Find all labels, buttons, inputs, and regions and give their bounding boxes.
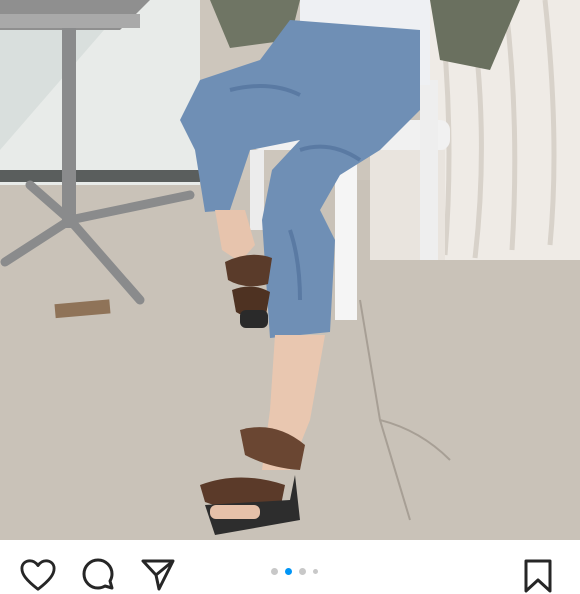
- like-button[interactable]: [20, 558, 56, 594]
- save-button[interactable]: [520, 558, 556, 594]
- carousel-dot: [299, 568, 306, 575]
- share-button[interactable]: [140, 558, 176, 594]
- carousel-dot: [313, 569, 318, 574]
- post-action-bar: [0, 540, 580, 593]
- carousel-dot: [271, 568, 278, 575]
- send-icon: [141, 559, 175, 591]
- post-photo[interactable]: [0, 0, 580, 540]
- bookmark-icon: [524, 559, 552, 593]
- post-photo-illustration: [0, 0, 580, 540]
- carousel-dot-active: [285, 568, 292, 575]
- comment-button[interactable]: [80, 558, 116, 594]
- comment-icon: [82, 558, 114, 590]
- carousel-indicator: [268, 568, 328, 578]
- heart-icon: [20, 559, 56, 591]
